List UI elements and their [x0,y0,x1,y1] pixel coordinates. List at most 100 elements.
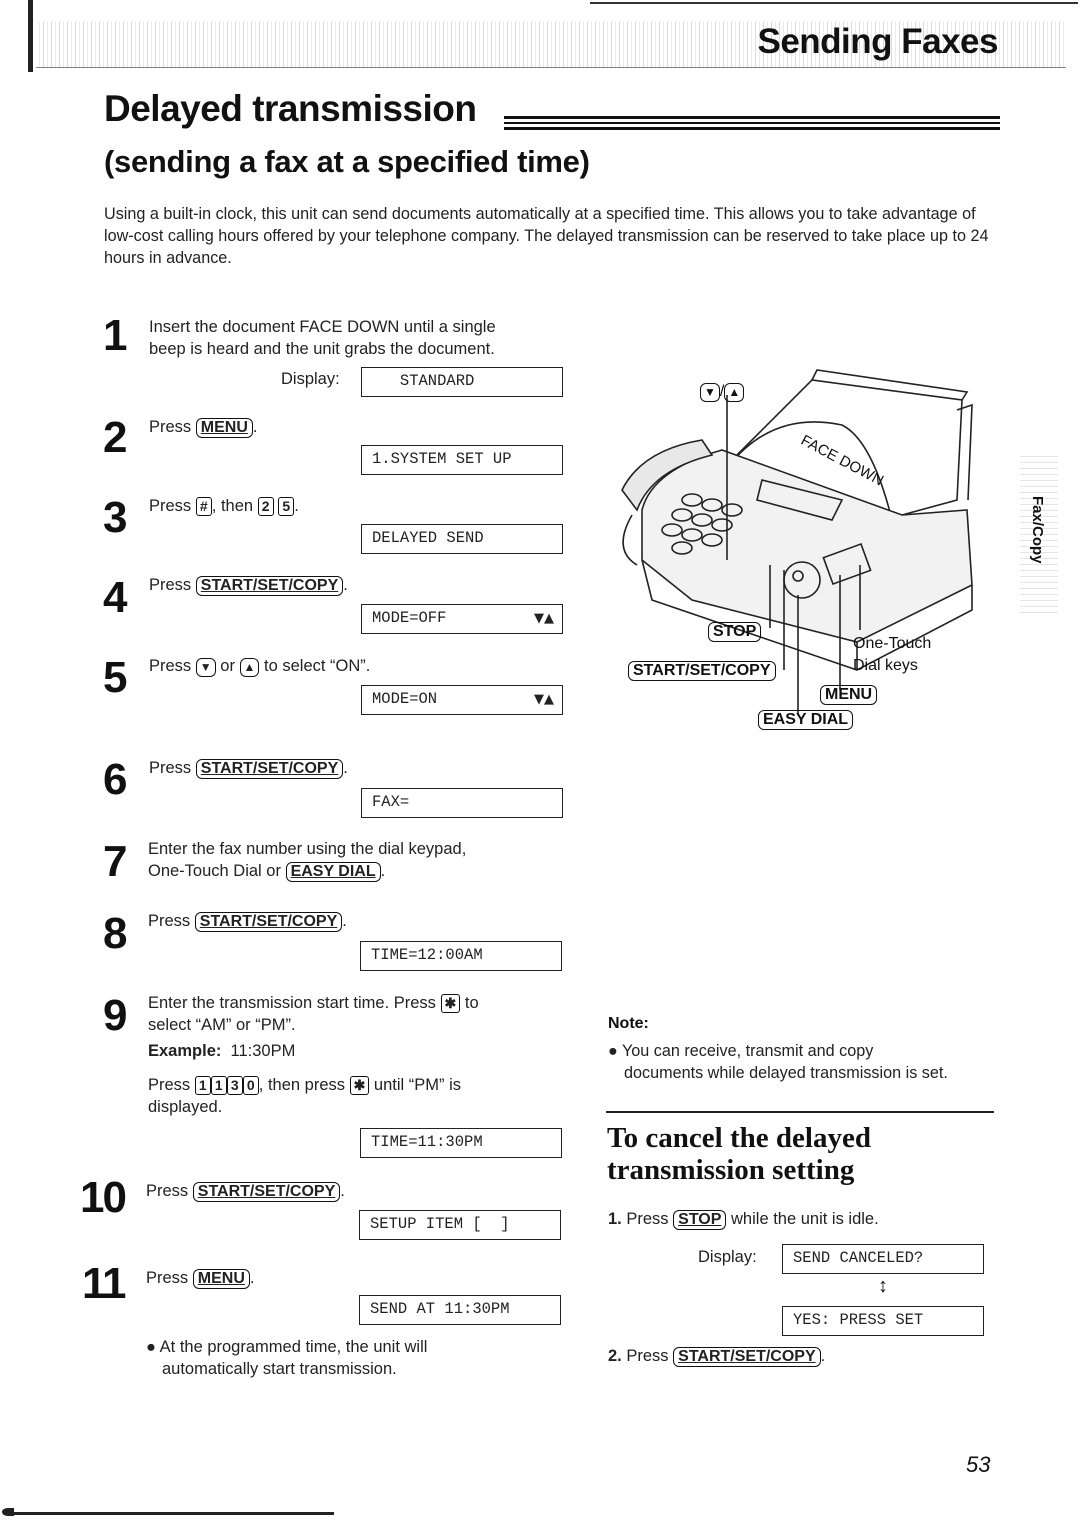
stop-key: STOP [708,622,762,642]
lcd-text: 1.SYSTEM SET UP [372,450,512,468]
start-set-copy-key: START/SET/COPY [195,759,344,779]
lcd-text: YES: PRESS SET [793,1311,924,1329]
lcd-display: DELAYED SEND [361,524,563,554]
step-line: beep is heard and the unit grabs the doc… [149,340,495,358]
easy-dial-key: EASY DIAL [285,862,381,882]
lcd-text: FAX= [372,793,410,811]
note-title: Note: [608,1015,649,1032]
margin-bar [28,0,33,72]
example-value: 11:30PM [230,1042,296,1060]
down-key: ▼ [700,383,720,402]
step-text: Press START/SET/COPY. [148,912,347,932]
step-number: 5 [103,653,128,702]
example-label: Example: [148,1042,222,1060]
hash-key: # [195,497,212,516]
digit-key: 1 [194,1076,211,1095]
page-number: 53 [966,1452,991,1477]
cancel-heading: To cancel the delayed transmission setti… [607,1122,871,1186]
step-number: 11 [82,1259,126,1308]
lcd-text: SETUP ITEM [ ] [370,1215,510,1233]
title-rule [504,116,1000,130]
star-key: ✱ [440,994,461,1013]
lcd-text: TIME=11:30PM [371,1133,483,1151]
note-body: ● You can receive, transmit and copy doc… [608,1042,948,1082]
lcd-display: SEND CANCELED? [782,1244,984,1274]
cancel-step-1: 1. Press STOP while the unit is idle. [608,1210,879,1230]
step-text: Press START/SET/COPY. [146,1182,345,1202]
lcd-display: SETUP ITEM [ ] [359,1210,561,1240]
digit-key: 3 [226,1076,243,1095]
lcd-text: SEND AT 11:30PM [370,1300,510,1318]
stop-key: STOP [673,1210,727,1230]
step-number: 1 [103,311,128,360]
step-line: Insert the document FACE DOWN until a si… [149,318,496,336]
lcd-text: MODE=ON [372,690,438,708]
page-subtitle: (sending a fax at a specified time) [104,144,590,179]
one-touch-callout: One-Touch Dial keys [853,635,932,674]
lcd-display: TIME=12:00AM [360,941,562,971]
start-callout: START/SET/COPY [628,661,776,681]
menu-callout: MENU [820,685,878,705]
lcd-text: TIME=12:00AM [371,946,483,964]
easy-dial-key: EASY DIAL [758,710,854,730]
lcd-display: STANDARD [361,367,563,397]
step-number: 3 [103,493,128,542]
lcd-display: SEND AT 11:30PM [359,1295,561,1325]
page-title: Delayed transmission [104,88,477,129]
step-text: Press START/SET/COPY. [149,576,348,596]
menu-key: MENU [195,418,253,438]
digit-key: 2 [257,497,274,516]
section-title: Sending Faxes [757,22,998,61]
step-text: Press MENU. [149,418,258,438]
up-key: ▲ [239,658,260,677]
lcd-display: YES: PRESS SET [782,1306,984,1336]
display-label: Display: [698,1248,757,1266]
start-set-copy-key: START/SET/COPY [673,1347,821,1367]
step-text: Press START/SET/COPY. [149,759,348,779]
scroll-arrows-icon: ▼▲ [534,692,554,707]
bottom-rule [2,1508,334,1516]
lcd-text: DELAYED SEND [372,529,484,547]
step-number: 7 [103,837,128,886]
start-set-copy-key: START/SET/COPY [194,912,343,932]
step-number: 2 [103,413,128,462]
lcd-display: MODE=ON ▼▲ [361,685,563,715]
menu-key: MENU [820,685,878,705]
digit-key: 0 [242,1076,259,1095]
lcd-text: STANDARD [372,372,475,390]
step-number: 6 [103,755,128,804]
step-text: Insert the document FACE DOWN until a si… [149,316,496,360]
lcd-display: TIME=11:30PM [360,1128,562,1158]
lcd-display: FAX= [361,788,563,818]
stop-callout: STOP [708,622,762,642]
display-label: Display: [281,370,340,388]
step-number: 8 [103,909,128,958]
fax-machine-illustration: FACE DOWN [621,369,973,715]
step-text: Press #, then 2 5. [149,497,299,516]
step-text: Press ▼ or ▲ to select “ON”. [149,657,371,677]
down-key: ▼ [195,658,216,677]
easy-dial-callout: EASY DIAL [758,710,854,730]
star-key: ✱ [349,1076,370,1095]
lcd-display: MODE=OFF ▼▲ [361,604,563,634]
scroll-arrows-icon: ▼▲ [534,611,554,626]
section-divider [606,1111,994,1113]
up-key: ▲ [724,383,745,402]
step-number: 10 [80,1173,127,1222]
lcd-text: SEND CANCELED? [793,1249,924,1267]
step-text: Press MENU. [146,1269,255,1289]
lcd-display: 1.SYSTEM SET UP [361,445,563,475]
step-text: Enter the fax number using the dial keyp… [148,840,467,882]
side-tab-label: Fax/Copy [1029,496,1046,564]
cancel-step-2: 2. Press START/SET/COPY. [608,1347,826,1367]
toggle-arrow-icon: ↕ [878,1275,888,1297]
bullet-item: ● At the programmed time, the unit will … [146,1338,428,1378]
step-number: 9 [103,991,128,1040]
start-set-copy-key: START/SET/COPY [628,661,776,681]
top-rule [590,2,1078,4]
updown-callout: ▼ / ▲ [700,383,745,402]
digit-key: 1 [210,1076,227,1095]
step-text: Enter the transmission start time. Press… [148,994,479,1116]
step-number: 4 [103,573,128,622]
start-set-copy-key: START/SET/COPY [195,576,344,596]
